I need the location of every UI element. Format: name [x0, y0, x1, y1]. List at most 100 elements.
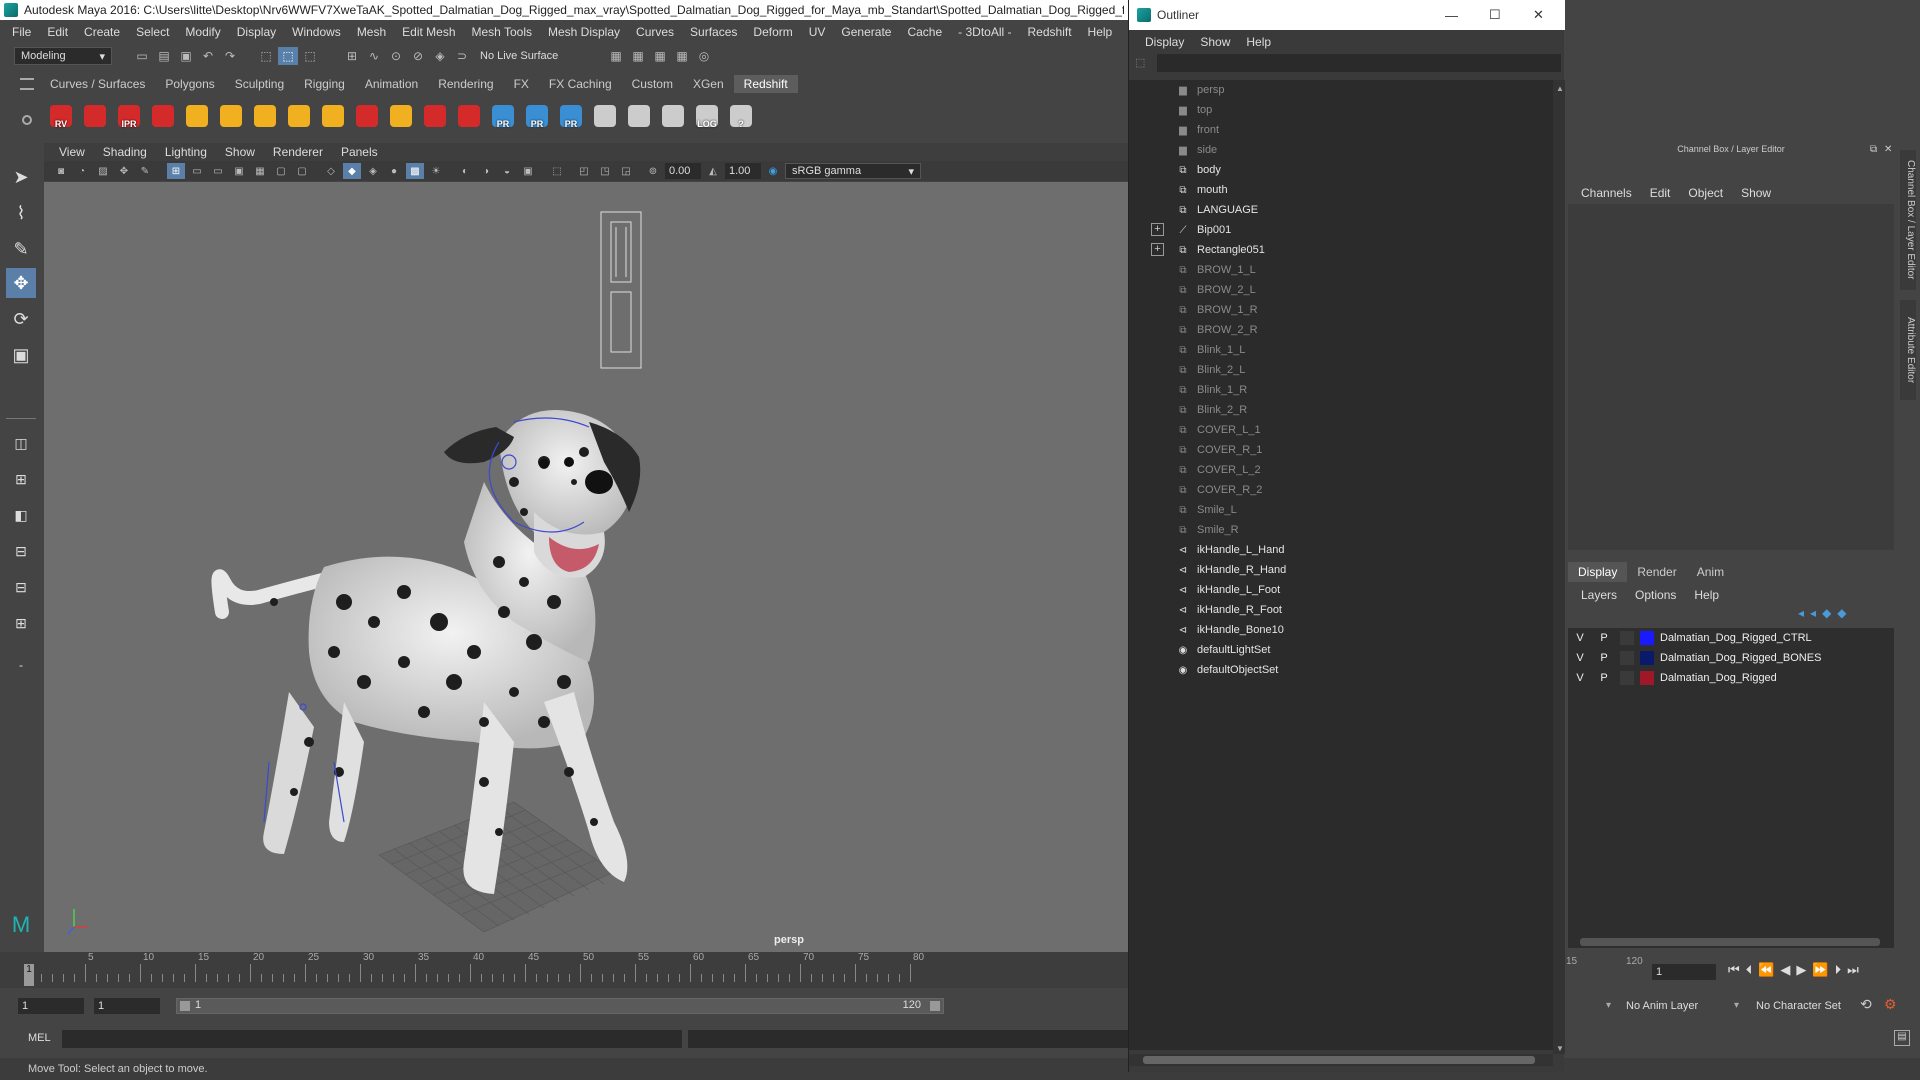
- rv-icon[interactable]: RV: [46, 99, 76, 133]
- menu-display[interactable]: Display: [229, 25, 284, 39]
- menu-3dtoall[interactable]: - 3DtoAll -: [950, 25, 1019, 39]
- outliner-item[interactable]: ⧉ BROW_2_R: [1175, 320, 1257, 340]
- layer-row[interactable]: V P Dalmatian_Dog_Rigged_CTRL: [1568, 628, 1894, 648]
- window-icon[interactable]: [658, 99, 688, 133]
- sphere-icon[interactable]: [454, 99, 484, 133]
- perspective-viewport[interactable]: [44, 182, 1128, 952]
- log-icon[interactable]: LOG: [692, 99, 722, 133]
- render-view-icon[interactable]: ▦: [606, 47, 626, 65]
- safe-title-icon[interactable]: ▢: [293, 163, 311, 179]
- open-scene-icon[interactable]: ▤: [154, 47, 174, 65]
- layer-scrollbar[interactable]: [1580, 938, 1880, 946]
- channel-menu-show[interactable]: Show: [1732, 186, 1780, 200]
- step-forward-key-icon[interactable]: ⏩: [1812, 962, 1828, 978]
- gamma-icon[interactable]: ◭: [704, 163, 722, 179]
- side-by-side-icon[interactable]: ◧: [6, 500, 36, 530]
- outliner-item[interactable]: ⧉ COVER_R_2: [1175, 480, 1262, 500]
- viewport-menu-view[interactable]: View: [50, 145, 94, 159]
- ipr-icon[interactable]: IPR: [114, 99, 144, 133]
- menu-help[interactable]: Help: [1080, 25, 1121, 39]
- layer-type-toggle[interactable]: [1620, 671, 1634, 685]
- persp-outliner-icon[interactable]: ⊟: [6, 536, 36, 566]
- isolate-select-icon[interactable]: ⬚: [548, 163, 566, 179]
- outliner-item[interactable]: ⧉ LANGUAGE: [1175, 200, 1258, 220]
- layer-menu-options[interactable]: Options: [1626, 588, 1685, 602]
- layer-menu-help[interactable]: Help: [1685, 588, 1728, 602]
- snap-grid-icon[interactable]: ⊞: [342, 47, 362, 65]
- magnet-icon[interactable]: ⊃: [452, 47, 472, 65]
- menu-edit[interactable]: Edit: [39, 25, 76, 39]
- shelf-tab-custom[interactable]: Custom: [622, 75, 683, 93]
- shelf-tab-rendering[interactable]: Rendering: [428, 75, 503, 93]
- menu-cache[interactable]: Cache: [899, 25, 950, 39]
- viewport-menu-lighting[interactable]: Lighting: [156, 145, 216, 159]
- grease-pencil-icon[interactable]: ✎: [136, 163, 154, 179]
- spot-light-icon[interactable]: [250, 99, 280, 133]
- range-slider[interactable]: 1 120: [176, 998, 944, 1014]
- image-plane-icon[interactable]: ▨: [94, 163, 112, 179]
- range-handle-right[interactable]: [930, 1001, 940, 1011]
- scale-tool-icon[interactable]: ▣: [6, 340, 36, 370]
- outliner-menu-display[interactable]: Display: [1137, 35, 1192, 49]
- camera-attributes-icon[interactable]: ◙: [52, 163, 70, 179]
- gamma-field[interactable]: 1.00: [725, 163, 761, 179]
- move-layer-down-icon[interactable]: ◂: [1810, 606, 1816, 620]
- wireframe-on-shaded-icon[interactable]: ◈: [364, 163, 382, 179]
- film-gate-icon[interactable]: ▭: [188, 163, 206, 179]
- layer-color-swatch[interactable]: [1640, 671, 1654, 685]
- outliner-item[interactable]: ⊲ ikHandle_L_Hand: [1175, 540, 1285, 560]
- layer-name[interactable]: Dalmatian_Dog_Rigged_BONES: [1660, 652, 1821, 664]
- menu-deform[interactable]: Deform: [745, 25, 800, 39]
- shelf-tab-rigging[interactable]: Rigging: [294, 75, 355, 93]
- play-forward-icon[interactable]: ▶: [1796, 962, 1806, 978]
- outliner-item[interactable]: ⧉ Smile_R: [1175, 520, 1238, 540]
- paint-select-icon[interactable]: ✎: [6, 234, 36, 264]
- shelf-tab-animation[interactable]: Animation: [355, 75, 428, 93]
- snap-surface-icon[interactable]: ◈: [430, 47, 450, 65]
- outliner-item[interactable]: ⧉ Blink_2_L: [1175, 360, 1245, 380]
- use-lights-icon[interactable]: ☀: [427, 163, 445, 179]
- render-settings-icon[interactable]: [148, 99, 178, 133]
- sky-icon[interactable]: [386, 99, 416, 133]
- outliner-hscroll[interactable]: [1129, 1054, 1553, 1066]
- go-to-start-icon[interactable]: ⏮: [1728, 962, 1740, 978]
- shelf-tab-fx[interactable]: FX: [504, 75, 539, 93]
- layer-tab-display[interactable]: Display: [1568, 562, 1628, 582]
- layer-tab-anim[interactable]: Anim: [1687, 562, 1734, 582]
- shadows-icon[interactable]: ◐: [456, 163, 474, 179]
- shelf-tab-polygons[interactable]: Polygons: [155, 75, 224, 93]
- outliner-item[interactable]: ⧉ COVER_R_1: [1175, 440, 1262, 460]
- grid-icon[interactable]: ⊞: [167, 163, 185, 179]
- outliner-item[interactable]: ⧉ Rectangle051: [1175, 240, 1264, 260]
- outliner-close-button[interactable]: ✕: [1533, 7, 1544, 23]
- anti-alias-icon[interactable]: ▣: [519, 163, 537, 179]
- layer-type-toggle[interactable]: [1620, 651, 1634, 665]
- outliner-hscroll-thumb[interactable]: [1143, 1056, 1535, 1064]
- pr-1-icon[interactable]: PR: [488, 99, 518, 133]
- outliner-item[interactable]: ▆ side: [1175, 140, 1217, 160]
- layer-row[interactable]: V P Dalmatian_Dog_Rigged_BONES: [1568, 648, 1894, 668]
- ipr-render-icon[interactable]: ▦: [650, 47, 670, 65]
- hair-icon[interactable]: [420, 99, 450, 133]
- layer-visibility-toggle[interactable]: V: [1568, 672, 1592, 684]
- gate-mask-icon[interactable]: ▣: [230, 163, 248, 179]
- exposure-field[interactable]: 0.00: [665, 163, 701, 179]
- character-set-selector[interactable]: No Character Set: [1756, 1000, 1841, 1012]
- outliner-item[interactable]: ⧉ BROW_1_R: [1175, 300, 1257, 320]
- attribute-editor-side-tab[interactable]: Attribute Editor: [1900, 300, 1916, 400]
- layer-name[interactable]: Dalmatian_Dog_Rigged: [1660, 672, 1777, 684]
- outliner-item[interactable]: ⧉ Smile_L: [1175, 500, 1236, 520]
- scroll-down-icon[interactable]: ▼: [1556, 1044, 1564, 1053]
- outliner-maximize-button[interactable]: ☐: [1489, 7, 1501, 23]
- textured-icon[interactable]: ▩: [406, 163, 424, 179]
- outliner-menu-show[interactable]: Show: [1192, 35, 1238, 49]
- ambient-occlusion-icon[interactable]: ◑: [477, 163, 495, 179]
- channel-menu-channels[interactable]: Channels: [1572, 186, 1641, 200]
- render-frame-icon[interactable]: ▦: [628, 47, 648, 65]
- command-input[interactable]: [62, 1030, 682, 1048]
- outliner-item[interactable]: ▆ top: [1175, 100, 1212, 120]
- light-icon[interactable]: [182, 99, 212, 133]
- render-settings-icon[interactable]: ▦: [672, 47, 692, 65]
- select-object-icon[interactable]: ⬚: [278, 47, 298, 65]
- shelf-tab-redshift[interactable]: Redshift: [733, 74, 798, 93]
